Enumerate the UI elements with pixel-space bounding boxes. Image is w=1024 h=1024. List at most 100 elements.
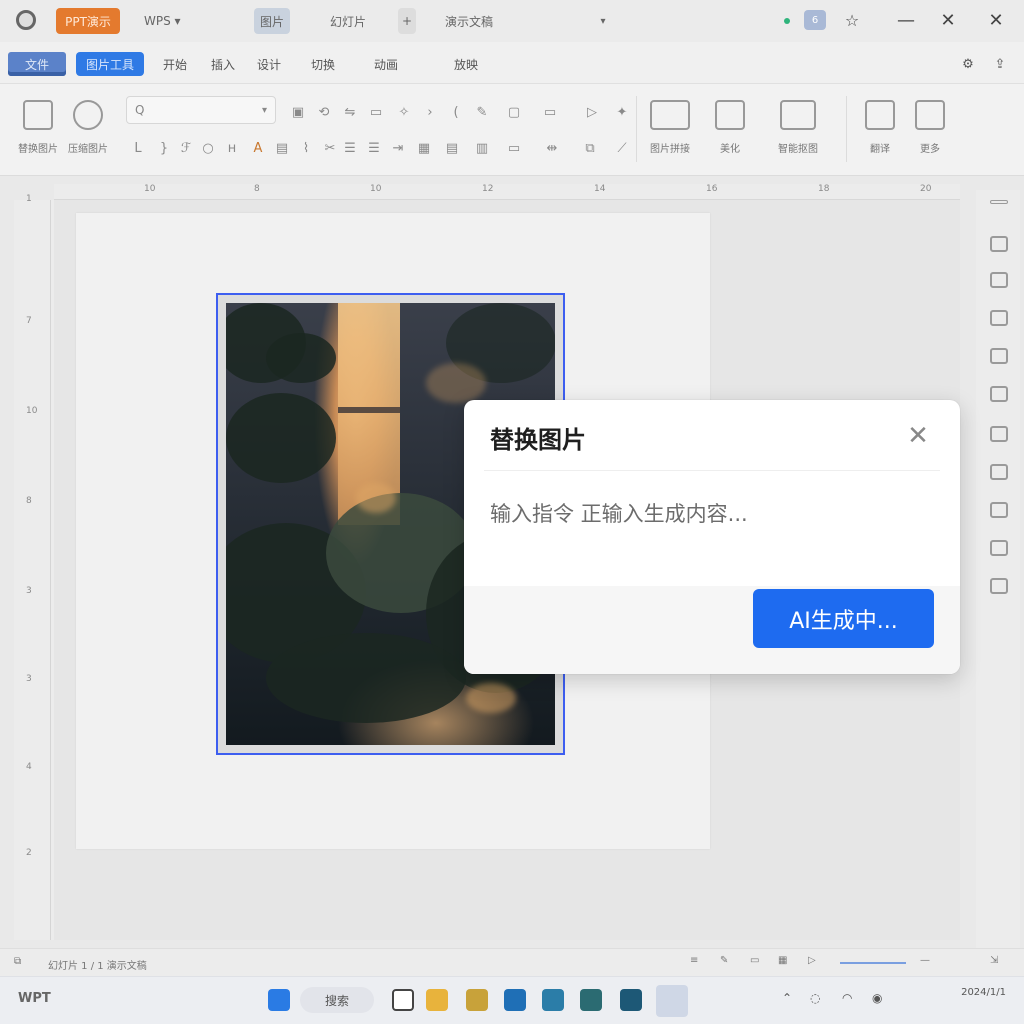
- tab-presentation[interactable]: 演示文稿: [444, 8, 494, 34]
- collage-button[interactable]: 图片拼接: [640, 96, 700, 168]
- normal-view-icon[interactable]: ▭: [750, 955, 759, 966]
- highlight-icon[interactable]: ʜ: [224, 140, 240, 156]
- slides-icon[interactable]: ⧉: [14, 956, 21, 967]
- chevron-up-icon[interactable]: ⌃: [782, 991, 792, 1005]
- new-tab-button[interactable]: +: [398, 8, 416, 34]
- grid-icon[interactable]: ▦: [416, 140, 432, 156]
- minimize-icon[interactable]: —: [894, 8, 918, 32]
- print-icon[interactable]: [990, 578, 1008, 594]
- rotate-icon[interactable]: ⟲: [316, 104, 332, 120]
- ribbon-tab-file[interactable]: 文件: [8, 52, 66, 76]
- ribbon-tab-insert[interactable]: 插入: [208, 52, 238, 76]
- mail-icon[interactable]: [580, 989, 602, 1011]
- clock[interactable]: 2024/1/1: [944, 987, 1006, 999]
- fill-icon[interactable]: ▤: [274, 140, 290, 156]
- list-icon[interactable]: ☰: [342, 140, 358, 156]
- layer-icon[interactable]: ⧉: [582, 140, 598, 156]
- chat-icon[interactable]: ◌: [810, 991, 820, 1005]
- wifi-icon[interactable]: ◠: [842, 991, 852, 1005]
- shape-panel-icon[interactable]: [990, 426, 1008, 442]
- font-search-box[interactable]: Q ▾: [126, 96, 276, 124]
- brush-tool-icon[interactable]: [990, 236, 1008, 252]
- restore-icon[interactable]: ✕: [936, 8, 960, 32]
- tab-list-chevron-icon[interactable]: ▾: [596, 8, 610, 34]
- store-icon[interactable]: [542, 989, 564, 1011]
- comment-icon[interactable]: ✎: [720, 955, 728, 966]
- more-tools-icon[interactable]: ⟋: [614, 140, 630, 156]
- indent-icon[interactable]: ⇥: [390, 140, 406, 156]
- translate-label: 翻译: [870, 144, 890, 155]
- circle-icon[interactable]: ○: [200, 140, 216, 156]
- task-view-icon[interactable]: [392, 989, 414, 1011]
- play-icon[interactable]: ▷: [584, 104, 600, 120]
- bell-icon[interactable]: [990, 502, 1008, 518]
- ribbon-tab-home[interactable]: 开始: [160, 52, 190, 76]
- sync-badge[interactable]: 6: [804, 10, 826, 30]
- beautify-button[interactable]: 美化: [700, 96, 760, 168]
- share-panel-icon[interactable]: [990, 540, 1008, 556]
- fit-icon[interactable]: ⇲: [990, 955, 998, 966]
- tab-wps[interactable]: PPT演示: [56, 8, 120, 34]
- share-icon[interactable]: ⇪: [990, 52, 1010, 76]
- image-panel-icon[interactable]: [990, 348, 1008, 364]
- ribbon-tab-transition[interactable]: 切换: [308, 52, 338, 76]
- wps-logo-icon[interactable]: [16, 10, 36, 30]
- eraser-icon[interactable]: ✂: [322, 140, 338, 156]
- taskbar-app-label[interactable]: WPT: [18, 991, 51, 1006]
- table-icon[interactable]: ▤: [444, 140, 460, 156]
- cutout-button[interactable]: 智能抠图: [768, 96, 828, 168]
- compress-image-button[interactable]: 压缩图片: [58, 96, 118, 168]
- sparkle-icon[interactable]: ✦: [614, 104, 630, 120]
- star-icon[interactable]: ☆: [840, 8, 864, 32]
- start-icon[interactable]: [268, 989, 290, 1011]
- font-color-icon[interactable]: A: [250, 140, 266, 156]
- italic-icon[interactable]: ℱ: [178, 140, 194, 156]
- shape-icon[interactable]: ▢: [506, 104, 522, 120]
- tab-image[interactable]: 图片: [254, 8, 290, 34]
- ribbon-tab-animation[interactable]: 动画: [364, 52, 408, 76]
- align-icon[interactable]: ☰: [366, 140, 382, 156]
- monitor-icon[interactable]: ▭: [542, 104, 558, 120]
- app-icon[interactable]: [620, 989, 642, 1011]
- zoom-slider[interactable]: [840, 962, 906, 964]
- settings-icon[interactable]: ⚙: [958, 52, 978, 76]
- ribbon-tab-slideshow[interactable]: 放映: [438, 52, 494, 76]
- align-left-icon[interactable]: L: [130, 140, 146, 156]
- taskbar-search[interactable]: 搜索: [300, 987, 374, 1013]
- more-button[interactable]: 更多: [900, 96, 960, 168]
- columns-icon[interactable]: ▥: [474, 140, 490, 156]
- brush-icon[interactable]: ⌇: [298, 140, 314, 156]
- pen-icon[interactable]: ✎: [474, 104, 490, 120]
- prompt-input[interactable]: 输入指令 正输入生成内容...: [490, 498, 748, 528]
- animation-panel-icon[interactable]: [990, 464, 1008, 480]
- files-icon[interactable]: [466, 989, 488, 1011]
- grid-view-icon[interactable]: ▦: [778, 955, 787, 966]
- volume-icon[interactable]: ◉: [872, 991, 882, 1005]
- close-icon[interactable]: ✕: [904, 422, 932, 450]
- paren-icon[interactable]: (: [448, 104, 464, 120]
- close-window-icon[interactable]: ✕: [984, 8, 1008, 32]
- collapse-icon[interactable]: [990, 200, 1008, 204]
- frame-icon[interactable]: ▭: [368, 104, 384, 120]
- arrow-right-icon[interactable]: ›: [422, 104, 438, 120]
- crop-icon[interactable]: ▣: [290, 104, 306, 120]
- ribbon-tab-design[interactable]: 设计: [254, 52, 284, 76]
- layout-icon[interactable]: [990, 310, 1008, 326]
- textbox-icon[interactable]: ▭: [506, 140, 522, 156]
- notes-icon[interactable]: ≡: [690, 955, 698, 966]
- tab-slides[interactable]: 幻灯片: [320, 8, 376, 34]
- wps-taskbar-icon[interactable]: [656, 985, 688, 1017]
- folder-icon[interactable]: [426, 989, 448, 1011]
- edge-icon[interactable]: [504, 989, 526, 1011]
- flip-icon[interactable]: ⇋: [342, 104, 358, 120]
- ai-generate-button[interactable]: AI生成中...: [753, 589, 934, 648]
- distribute-icon[interactable]: ⇹: [544, 140, 560, 156]
- crop-panel-icon[interactable]: [990, 386, 1008, 402]
- brace-icon[interactable]: }: [156, 140, 172, 156]
- title-bar: PPT演示 WPS ▾ 图片 幻灯片 + 演示文稿 ▾ 6 ☆ — ✕ ✕: [0, 0, 1024, 42]
- slides-panel-icon[interactable]: [990, 272, 1008, 288]
- ribbon-tab-image-tools[interactable]: 图片工具: [76, 52, 144, 76]
- effect-icon[interactable]: ✧: [396, 104, 412, 120]
- tab-doc[interactable]: WPS ▾: [140, 8, 240, 34]
- reading-view-icon[interactable]: ▷: [808, 955, 816, 966]
